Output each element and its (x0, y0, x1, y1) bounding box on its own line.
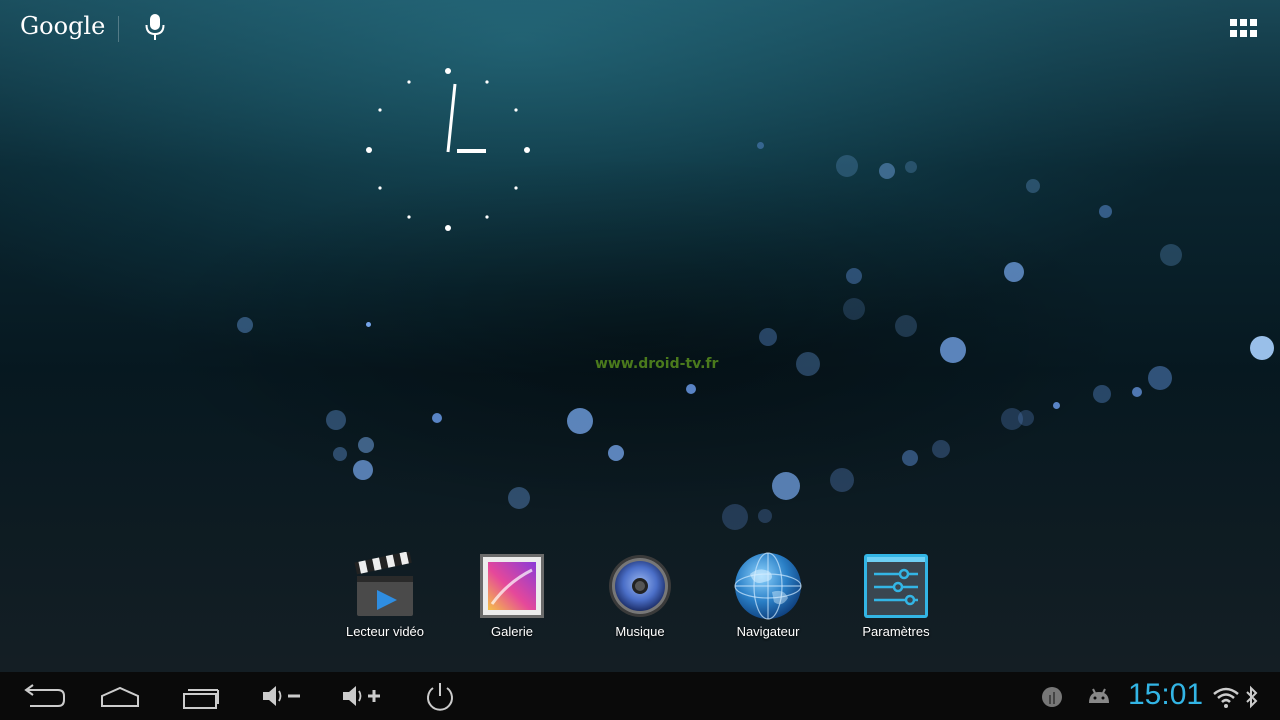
microphone-icon[interactable] (143, 13, 167, 41)
home-icon (101, 686, 139, 707)
watermark-text: www.droid-tv.fr (595, 356, 719, 372)
dock-item-label: Musique (615, 624, 665, 639)
status-clock[interactable]: 15:01 (1128, 678, 1203, 712)
google-search-label[interactable]: Google (20, 12, 105, 40)
dock-item-label: Navigateur (736, 624, 800, 639)
volume-down-icon (263, 686, 300, 706)
search-divider (118, 16, 119, 42)
back-button[interactable] (10, 676, 70, 716)
dock-item-music[interactable]: Musique (585, 548, 695, 648)
top-bar: Google (0, 0, 1280, 56)
dock-item-label: Galerie (491, 624, 533, 639)
volume-down-button[interactable] (250, 676, 310, 716)
recent-apps-icon (183, 689, 219, 709)
bluetooth-icon[interactable] (1244, 685, 1260, 709)
android-debug-icon[interactable] (1086, 687, 1112, 707)
dock-item-browser[interactable]: Navigateur (713, 548, 823, 648)
notification-icon[interactable] (1041, 686, 1063, 708)
dock-item-video-player[interactable]: Lecteur vidéo (330, 548, 440, 648)
volume-up-button[interactable] (330, 676, 390, 716)
dock-item-gallery[interactable]: Galerie (457, 548, 567, 648)
analog-clock-widget[interactable] (365, 68, 531, 234)
power-icon (427, 683, 453, 711)
all-apps-icon[interactable] (1228, 17, 1260, 39)
dock-item-settings[interactable]: Paramètres (841, 548, 951, 648)
dock-item-label: Paramètres (862, 624, 930, 639)
settings-icon (864, 554, 928, 618)
home-button[interactable] (90, 676, 150, 716)
dock-item-label: Lecteur vidéo (345, 624, 425, 639)
back-icon (24, 684, 65, 707)
music-icon (609, 555, 671, 617)
video-player-icon (354, 552, 413, 616)
gallery-icon (480, 554, 544, 618)
browser-globe-icon (734, 552, 802, 620)
recent-apps-button[interactable] (170, 676, 230, 716)
app-dock: Lecteur vidéo Galerie Musique Navigateur… (330, 548, 950, 648)
volume-up-icon (343, 686, 380, 706)
wifi-icon[interactable] (1212, 685, 1240, 709)
power-button[interactable] (410, 676, 470, 716)
